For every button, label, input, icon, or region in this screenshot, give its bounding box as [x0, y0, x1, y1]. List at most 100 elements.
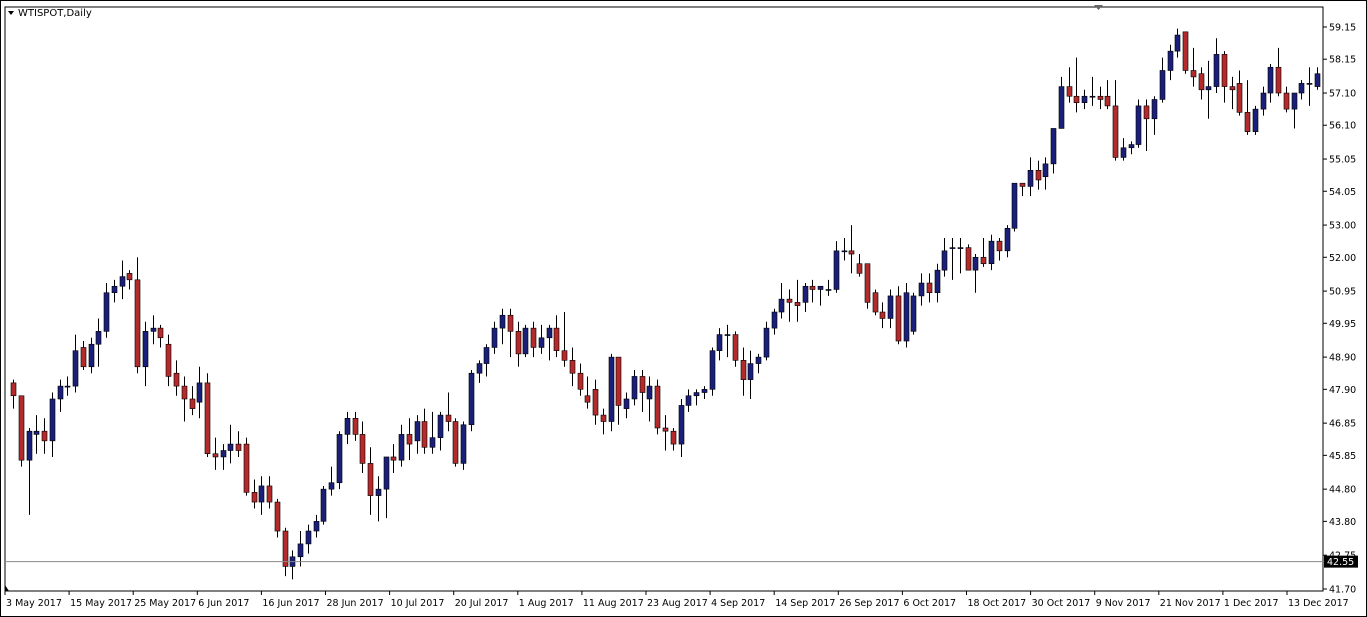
candle-body [615, 356, 622, 406]
candle [173, 360, 180, 396]
candle-body [344, 418, 351, 435]
candle-body [600, 414, 607, 422]
candle [126, 270, 133, 290]
candle-body [1004, 227, 1011, 252]
candle [631, 369, 638, 406]
candle-body [1167, 50, 1174, 71]
candle [157, 324, 164, 348]
candle [142, 321, 149, 387]
candle-body [1221, 54, 1228, 87]
candle-body [577, 372, 584, 390]
candle-body [763, 327, 770, 358]
candle-body [111, 285, 118, 294]
candle [258, 476, 265, 515]
y-tick-label: 43.80 [1329, 517, 1356, 528]
candle [57, 379, 64, 412]
candle [1291, 92, 1298, 129]
symbol-dropdown-icon[interactable] [8, 11, 14, 15]
candle [212, 437, 219, 470]
candle-body [41, 430, 48, 442]
candle-body [189, 398, 196, 409]
candle [546, 324, 553, 361]
candle [88, 337, 95, 374]
candle [483, 344, 490, 377]
candle-body [631, 376, 638, 400]
corner-marker-icon [5, 585, 9, 591]
candle [72, 334, 79, 393]
y-tick-label: 46.85 [1329, 419, 1356, 430]
candle-body [1198, 73, 1205, 91]
candle [809, 279, 816, 303]
candle-body [941, 250, 948, 271]
candle [879, 302, 886, 329]
candle [1066, 67, 1073, 103]
candle-body [95, 331, 102, 345]
candlestick-chart[interactable]: WTISPOT,Daily 59.15 58.15 57.10 56.10 55.05 5… [0, 0, 1367, 617]
candle [941, 237, 948, 277]
y-tick-label: 59.15 [1329, 23, 1356, 34]
candle [305, 524, 312, 554]
candle-body [561, 350, 568, 361]
candle [1244, 80, 1251, 135]
candle [778, 283, 785, 319]
candle-body [1073, 95, 1080, 103]
candle [220, 444, 227, 470]
candle [336, 431, 343, 490]
candle [320, 485, 327, 525]
candle [344, 411, 351, 445]
candle [95, 318, 102, 367]
candle-body [26, 430, 33, 461]
candle-body [507, 314, 514, 332]
candle [41, 418, 48, 454]
candle [724, 324, 731, 358]
candle [429, 411, 436, 454]
candle [1035, 160, 1042, 190]
candle [1019, 182, 1026, 197]
candle-body [49, 398, 56, 442]
candle-body [313, 521, 320, 532]
candle [522, 324, 529, 358]
candle-body [126, 273, 133, 281]
candle [1298, 80, 1305, 100]
candle-body [336, 434, 343, 484]
candle [965, 244, 972, 271]
candle-body [569, 360, 576, 374]
candle-body [926, 282, 933, 294]
candle [608, 353, 615, 432]
candle-body [258, 485, 265, 503]
candle [1104, 80, 1111, 110]
candle-body [608, 356, 615, 422]
candle-body [1291, 92, 1298, 110]
candle-body [476, 363, 483, 374]
candle-body [1182, 31, 1189, 71]
candle-body [670, 430, 677, 445]
candle [111, 279, 118, 303]
candle [227, 424, 234, 464]
y-tick-label: 54.05 [1329, 187, 1356, 198]
candle-body [196, 382, 203, 403]
candle-body [33, 430, 40, 435]
candle [949, 237, 956, 280]
candle-body [1236, 83, 1243, 113]
candle [895, 286, 902, 345]
candle [1058, 76, 1065, 129]
candle [693, 389, 700, 406]
candle-body [1298, 83, 1305, 94]
candle [1027, 157, 1034, 197]
candle [1151, 96, 1158, 135]
x-tick-label: 9 Nov 2017 [1096, 598, 1151, 609]
plot-area[interactable] [4, 6, 1324, 592]
candle-body [173, 372, 180, 387]
candle-body [352, 418, 359, 435]
candle [1190, 47, 1197, 87]
candle-body [1306, 83, 1313, 85]
candle [747, 350, 754, 399]
candle [1112, 80, 1119, 161]
candle [367, 447, 374, 515]
x-tick-label: 26 Sep 2017 [839, 598, 899, 609]
candle [600, 408, 607, 435]
candle-body [623, 398, 630, 409]
candle-body [1213, 54, 1220, 87]
x-tick-label: 30 Oct 2017 [1032, 598, 1091, 609]
candle [1236, 70, 1243, 116]
